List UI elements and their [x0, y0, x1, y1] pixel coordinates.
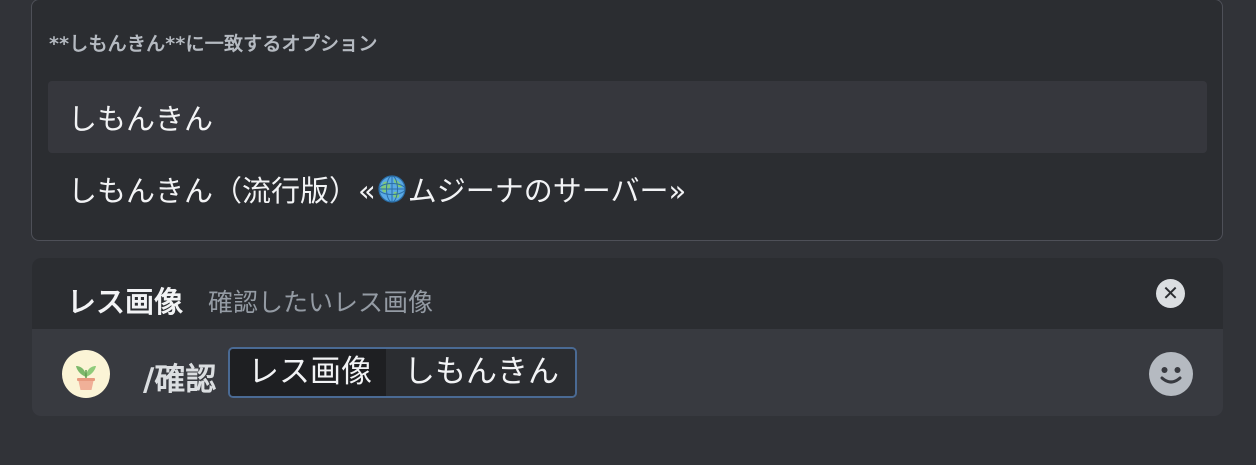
option-description: 確認したいレス画像	[208, 288, 434, 317]
potted-plant-icon	[62, 350, 110, 398]
globe-icon	[378, 175, 406, 203]
option-label: しもんきん	[68, 102, 214, 136]
argument-value[interactable]: しもんきん	[386, 349, 575, 396]
smile-icon[interactable]	[1148, 351, 1194, 397]
autocomplete-option[interactable]: しもんきん（流行版）« ムジーナのサーバー»	[48, 153, 1207, 225]
autocomplete-option[interactable]: しもんきん	[48, 81, 1207, 153]
option-label-suffix: ムジーナのサーバー»	[407, 174, 687, 208]
command-argument-chip[interactable]: レス画像 しもんきん	[228, 347, 577, 398]
message-input[interactable]: /確認 レス画像 しもんきん	[32, 329, 1223, 416]
command-option-panel: レス画像 確認したいレス画像 ✕ /確認 レス画像 しもんきん	[32, 258, 1223, 416]
autocomplete-popup: **しもんきん**に一致するオプション しもんきん しもんきん（流行版）« ムジ…	[31, 0, 1223, 241]
argument-name: レス画像	[230, 349, 386, 396]
chat-composer-area: **しもんきん**に一致するオプション しもんきん しもんきん（流行版）« ムジ…	[0, 0, 1256, 465]
option-name: レス画像	[67, 285, 184, 319]
option-label-prefix: しもんきん（流行版）«	[68, 174, 376, 208]
option-header: レス画像 確認したいレス画像 ✕	[32, 258, 1223, 329]
close-icon[interactable]: ✕	[1156, 279, 1185, 308]
slash-command-name: /確認	[143, 362, 217, 398]
autocomplete-header: **しもんきん**に一致するオプション	[49, 33, 378, 55]
